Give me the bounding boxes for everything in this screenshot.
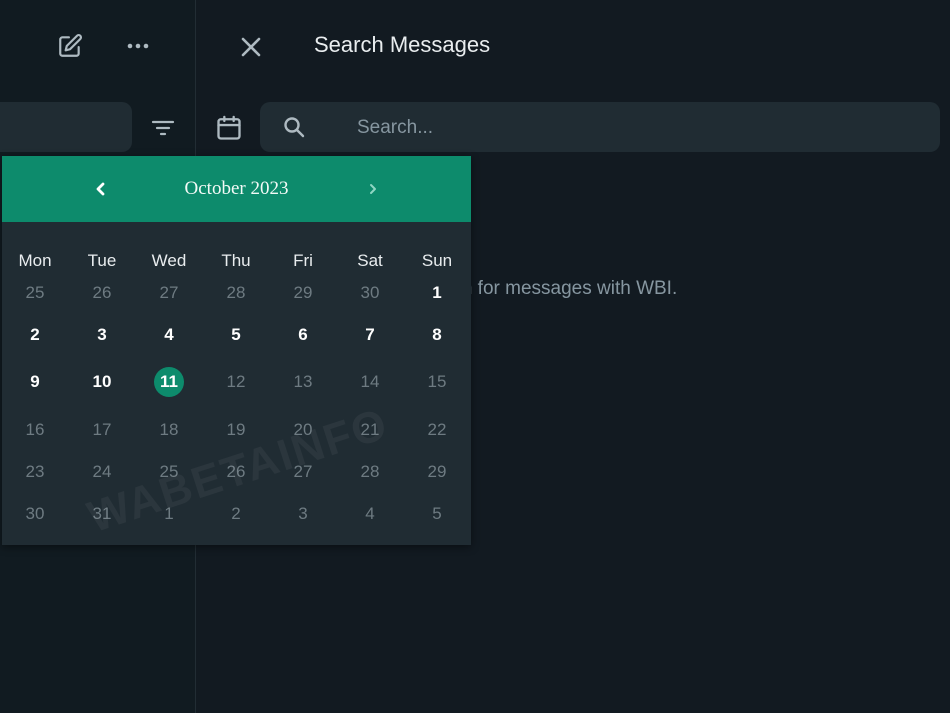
calendar-day[interactable]: 2: [218, 499, 254, 529]
weekday-label: Thu: [221, 251, 251, 270]
new-chat-button[interactable]: [54, 30, 86, 62]
search-hint-text: rch for messages with WBI.: [446, 278, 678, 299]
search-input[interactable]: [355, 102, 919, 154]
calendar-day[interactable]: 29: [285, 278, 321, 308]
calendar-day[interactable]: 3: [84, 320, 120, 350]
calendar-day[interactable]: 19: [218, 415, 254, 445]
calendar-day[interactable]: 3: [285, 499, 321, 529]
filter-icon: [151, 120, 175, 136]
calendar-day[interactable]: 4: [151, 320, 187, 350]
calendar-day[interactable]: 5: [218, 320, 254, 350]
weekday-label: Fri: [293, 251, 313, 270]
calendar-day[interactable]: 25: [17, 278, 53, 308]
calendar-day[interactable]: 16: [17, 415, 53, 445]
calendar-day[interactable]: 30: [17, 499, 53, 529]
calendar-day-selected[interactable]: 11: [154, 367, 184, 397]
calendar-day[interactable]: 26: [84, 278, 120, 308]
chevron-right-icon: [370, 184, 376, 194]
message-search-box[interactable]: [260, 102, 940, 154]
calendar-day[interactable]: 29: [419, 457, 455, 487]
calendar-day[interactable]: 18: [151, 415, 187, 445]
calendar-day[interactable]: 12: [218, 367, 254, 397]
compose-icon: [59, 34, 82, 57]
weekday-label: Sat: [357, 251, 383, 270]
calendar-day[interactable]: 9: [17, 367, 53, 397]
more-horizontal-icon: [127, 43, 149, 49]
calendar-day[interactable]: 28: [352, 457, 388, 487]
calendar-day[interactable]: 15: [419, 367, 455, 397]
month-label: October 2023: [184, 178, 289, 199]
calendar-day[interactable]: 10: [84, 367, 120, 397]
next-month-button[interactable]: [358, 174, 388, 204]
calendar-day[interactable]: 22: [419, 415, 455, 445]
calendar-day[interactable]: 26: [218, 457, 254, 487]
calendar-day[interactable]: 27: [285, 457, 321, 487]
calendar-day[interactable]: 1: [419, 278, 455, 308]
calendar-day[interactable]: 30: [352, 278, 388, 308]
calendar-day[interactable]: 8: [419, 320, 455, 350]
calendar-day[interactable]: 28: [218, 278, 254, 308]
calendar-day[interactable]: 5: [419, 499, 455, 529]
chat-search-field[interactable]: [0, 102, 132, 152]
search-icon: [284, 117, 305, 138]
calendar-day[interactable]: 20: [285, 415, 321, 445]
date-picker-popover: October 2023 Mon Tue Wed Thu Fri Sat Sun…: [2, 156, 471, 545]
weekday-label: Wed: [151, 251, 187, 270]
weekday-label: Tue: [87, 251, 117, 270]
calendar-day[interactable]: 1: [151, 499, 187, 529]
filter-button[interactable]: [146, 111, 180, 145]
close-icon: [241, 37, 261, 57]
calendar-day[interactable]: 21: [352, 415, 388, 445]
calendar-button[interactable]: [210, 109, 248, 147]
date-picker-header: October 2023: [2, 156, 471, 222]
calendar-day[interactable]: 13: [285, 367, 321, 397]
calendar-day[interactable]: 27: [151, 278, 187, 308]
calendar-day[interactable]: 24: [84, 457, 120, 487]
page-title: Search Messages: [314, 32, 491, 57]
calendar-day[interactable]: 25: [151, 457, 187, 487]
calendar-icon: [217, 115, 241, 140]
calendar-day[interactable]: 14: [352, 367, 388, 397]
calendar-day[interactable]: 17: [84, 415, 120, 445]
weekday-label: Sun: [421, 251, 453, 270]
close-button[interactable]: [234, 30, 268, 64]
calendar-day[interactable]: 2: [17, 320, 53, 350]
calendar-day[interactable]: 31: [84, 499, 120, 529]
calendar-day[interactable]: 6: [285, 320, 321, 350]
calendar-day[interactable]: 4: [352, 499, 388, 529]
more-options-button[interactable]: [122, 30, 154, 62]
calendar-day[interactable]: 23: [17, 457, 53, 487]
weekday-label: Mon: [18, 251, 52, 270]
calendar-day[interactable]: 7: [352, 320, 388, 350]
